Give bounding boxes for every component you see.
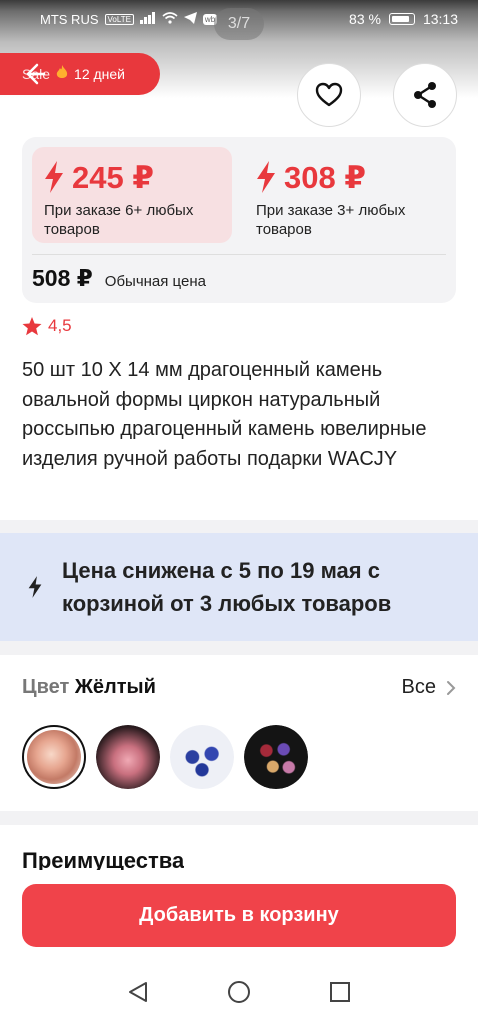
lightning-icon — [45, 161, 63, 193]
add-to-cart-button[interactable]: Добавить в корзину — [22, 884, 456, 947]
promo-text: Цена снижена с 5 по 19 мая с корзиной от… — [62, 558, 392, 616]
wifi-icon — [162, 12, 178, 27]
see-all-label: Все — [401, 676, 436, 698]
color-swatch-blue[interactable] — [170, 725, 234, 789]
chevron-right-icon — [447, 680, 456, 695]
color-swatch-peach[interactable] — [22, 725, 86, 789]
see-all-colors-button[interactable]: Все — [402, 676, 456, 699]
color-swatch-mixed[interactable] — [244, 725, 308, 789]
advantages-heading: Преимущества — [22, 848, 185, 870]
selected-color: Жёлтый — [74, 676, 156, 698]
lightning-icon — [28, 576, 42, 598]
color-label: Цвет — [22, 676, 70, 698]
regular-price-row: 508 ₽ Обычная цена — [32, 265, 206, 292]
color-selector-header: Цвет Жёлтый Все — [22, 676, 456, 699]
signal-icon — [139, 12, 156, 27]
image-counter: 3/7 — [214, 8, 264, 40]
rating[interactable]: 4,5 — [22, 316, 72, 336]
battery-percent: 83 % — [349, 11, 381, 27]
carrier: MTS RUS — [40, 12, 99, 27]
gem-thumbnail — [244, 725, 308, 789]
divider — [32, 254, 446, 255]
star-icon — [22, 316, 42, 335]
regular-price: 508 ₽ — [32, 265, 93, 291]
gem-thumbnail — [170, 725, 234, 789]
color-swatch-pink[interactable] — [96, 725, 160, 789]
lightning-icon — [257, 161, 275, 193]
battery-icon — [388, 13, 415, 25]
telegram-icon — [183, 12, 197, 27]
back-arrow-icon[interactable] — [20, 60, 48, 88]
price-card: 245 ₽ При заказе 6+ любых товаров 308 ₽ … — [22, 137, 456, 303]
product-title: 50 шт 10 Х 14 мм драгоценный камень овал… — [22, 359, 427, 470]
home-nav-icon[interactable] — [227, 980, 251, 1004]
tier-price: 308 ₽ — [284, 159, 366, 195]
recents-nav-icon[interactable] — [329, 981, 351, 1003]
clock: 13:13 — [422, 11, 458, 27]
gem-thumbnail — [27, 730, 81, 784]
gem-thumbnail — [96, 725, 160, 789]
section-separator — [0, 641, 478, 655]
system-nav-bar — [0, 960, 478, 1024]
favorite-button[interactable] — [297, 63, 361, 127]
fire-icon — [56, 65, 68, 83]
section-separator — [0, 520, 478, 534]
sale-countdown: 12 дней — [74, 66, 125, 82]
heart-icon — [315, 82, 343, 107]
share-button[interactable] — [393, 63, 457, 127]
regular-price-label: Обычная цена — [104, 273, 206, 290]
section-separator — [0, 811, 478, 825]
price-tier-3plus: 308 ₽ При заказе 3+ любых товаров — [244, 147, 444, 243]
price-tier-6plus: 245 ₽ При заказе 6+ любых товаров — [32, 147, 232, 243]
share-icon — [414, 82, 436, 108]
volte-icon: VoLTE — [104, 14, 134, 25]
promo-banner: Цена снижена с 5 по 19 мая с корзиной от… — [0, 533, 478, 641]
tier-price: 245 ₽ — [72, 159, 154, 195]
tier-condition: При заказе 3+ любых товаров — [256, 202, 406, 238]
tier-condition: При заказе 6+ любых товаров — [44, 202, 194, 238]
color-swatches — [22, 725, 308, 789]
rating-value: 4,5 — [48, 316, 72, 335]
back-nav-icon[interactable] — [127, 981, 149, 1003]
